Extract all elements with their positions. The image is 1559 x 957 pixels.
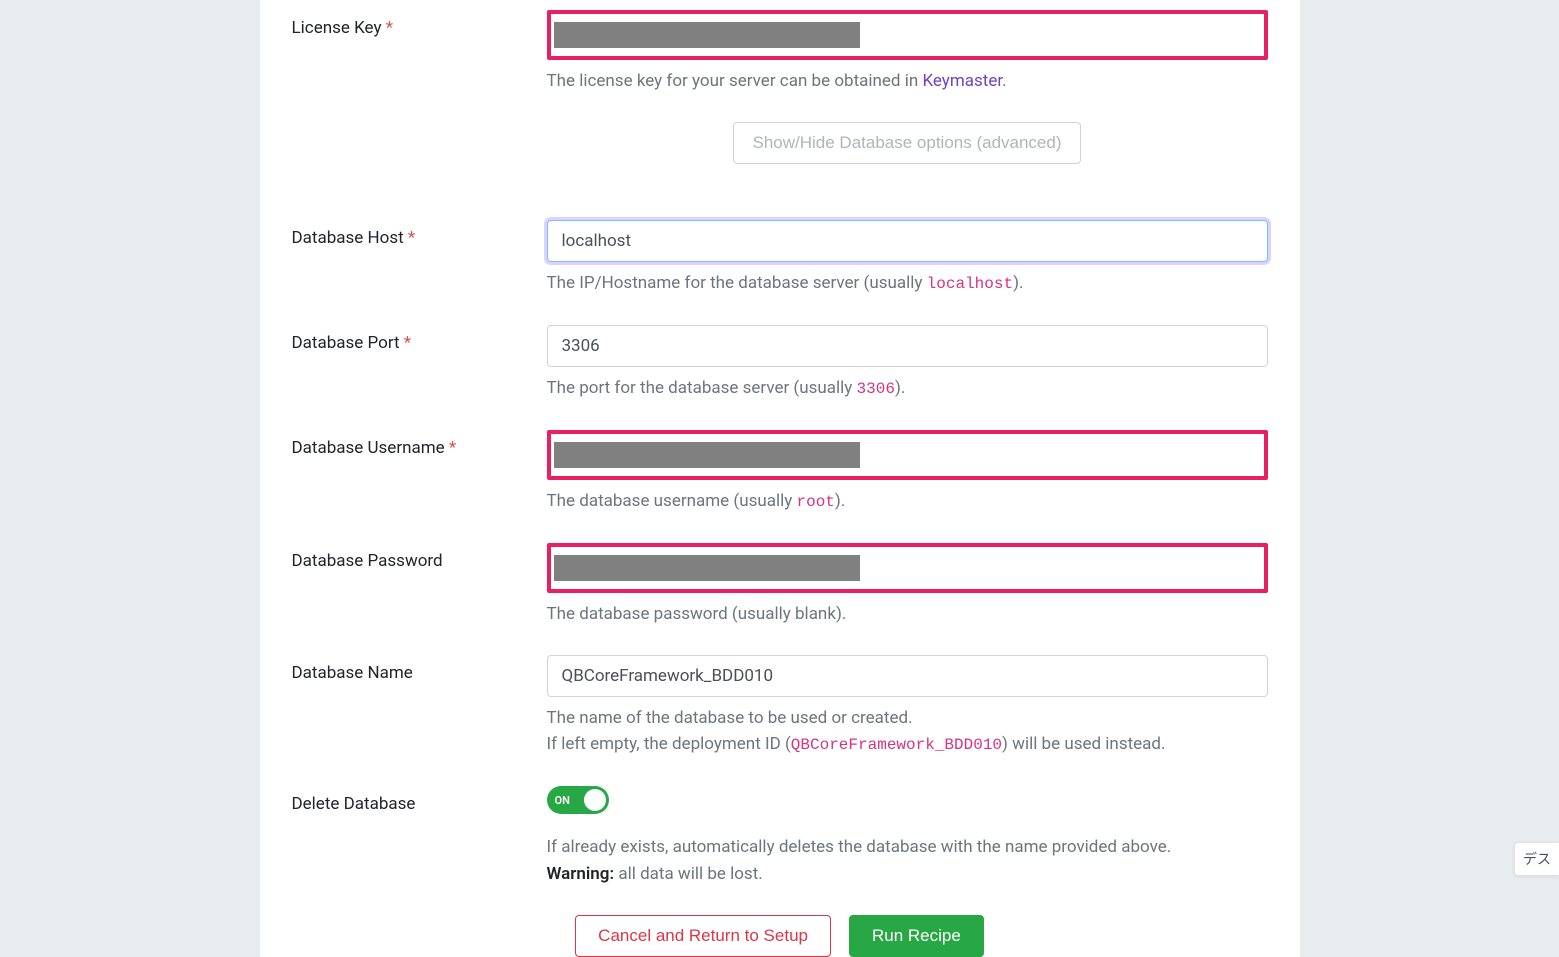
help-text: The IP/Hostname for the database server … (547, 273, 927, 293)
db-name-input[interactable]: QBCoreFramework_BDD010 (547, 655, 1268, 697)
db-port-input[interactable]: 3306 (547, 325, 1268, 367)
row-delete-db: Delete Database ON If already exists, au… (292, 786, 1268, 887)
help-db-name: The name of the database to be used or c… (547, 705, 1268, 758)
help-text: ). (1013, 273, 1023, 293)
cancel-button[interactable]: Cancel and Return to Setup (575, 915, 831, 957)
input-value: 3306 (562, 336, 600, 356)
required-indicator: * (386, 18, 393, 38)
help-text: The database password (usually blank). (547, 604, 847, 624)
label-db-host: Database Host * (292, 220, 547, 297)
row-db-host: Database Host * localhost The IP/Hostnam… (292, 220, 1268, 297)
help-db-port: The port for the database server (usuall… (547, 375, 1268, 402)
redacted-mask (554, 555, 860, 581)
row-db-password: Database Password The database password … (292, 543, 1268, 627)
label-db-username: Database Username * (292, 430, 547, 515)
required-indicator: * (404, 333, 411, 353)
label-db-password: Database Password (292, 543, 547, 627)
label-text: License Key (292, 18, 382, 38)
help-text: ). (835, 491, 845, 511)
help-db-host: The IP/Hostname for the database server … (547, 270, 1268, 297)
input-col-db-username: The database username (usually root). (547, 430, 1268, 515)
label-text: Database Password (292, 551, 443, 571)
help-license-key: The license key for your server can be o… (547, 68, 1268, 94)
help-text: The license key for your server can be o… (547, 71, 923, 91)
warning-label: Warning: (547, 864, 615, 884)
corner-tag[interactable]: デス (1514, 842, 1559, 876)
label-delete-db: Delete Database (292, 786, 547, 887)
warning-text: all data will be lost. (614, 864, 763, 884)
delete-db-toggle[interactable]: ON (547, 786, 609, 814)
help-text: The name of the database to be used or c… (547, 705, 1268, 731)
label-text: Database Name (292, 663, 413, 683)
label-db-name: Database Name (292, 655, 547, 758)
help-text: The database username (usually (547, 491, 797, 511)
toggle-state: ON (555, 794, 570, 807)
help-db-password: The database password (usually blank). (547, 601, 1268, 627)
row-license-key: License Key * The license key for your s… (292, 10, 1268, 192)
toggle-advanced-button[interactable]: Show/Hide Database options (advanced) (733, 122, 1080, 164)
input-col-db-port: 3306 The port for the database server (u… (547, 325, 1268, 402)
help-code: 3306 (857, 380, 895, 398)
input-col-delete-db: ON If already exists, automatically dele… (547, 786, 1268, 887)
redacted-mask (554, 22, 860, 48)
help-text-line2: If left empty, the deployment ID (QBCore… (547, 731, 1268, 758)
help-code: localhost (927, 275, 1013, 293)
help-delete-db: If already exists, automatically deletes… (547, 834, 1268, 887)
help-code: root (797, 493, 835, 511)
help-text: ). (895, 378, 905, 398)
help-text: . (1002, 71, 1006, 91)
input-col-db-host: localhost The IP/Hostname for the databa… (547, 220, 1268, 297)
input-col-db-name: QBCoreFramework_BDD010 The name of the d… (547, 655, 1268, 758)
required-indicator: * (408, 228, 415, 248)
help-warning: Warning: all data will be lost. (547, 861, 1268, 887)
required-indicator: * (449, 438, 456, 458)
toggle-knob (584, 789, 606, 811)
label-text: Database Username (292, 438, 445, 458)
action-buttons: Cancel and Return to Setup Run Recipe (292, 915, 1268, 957)
db-host-input[interactable]: localhost (547, 220, 1268, 262)
run-recipe-button[interactable]: Run Recipe (849, 915, 984, 957)
label-text: Database Port (292, 333, 400, 353)
input-col-db-password: The database password (usually blank). (547, 543, 1268, 627)
advanced-toggle-row: Show/Hide Database options (advanced) (547, 122, 1268, 164)
help-text: The port for the database server (usuall… (547, 378, 857, 398)
row-db-port: Database Port * 3306 The port for the da… (292, 325, 1268, 402)
label-text: Database Host (292, 228, 404, 248)
label-license-key: License Key * (292, 10, 547, 192)
db-password-input[interactable] (547, 543, 1268, 593)
license-key-input[interactable] (547, 10, 1268, 60)
row-db-username: Database Username * The database usernam… (292, 430, 1268, 515)
keymaster-link[interactable]: Keymaster (922, 71, 1002, 91)
help-text: If left empty, the deployment ID ( (547, 734, 791, 754)
help-code: QBCoreFramework_BDD010 (791, 736, 1002, 754)
db-username-input[interactable] (547, 430, 1268, 480)
help-text: ) will be used instead. (1002, 734, 1165, 754)
input-value: localhost (562, 231, 632, 251)
form-container: License Key * The license key for your s… (260, 0, 1300, 957)
row-db-name: Database Name QBCoreFramework_BDD010 The… (292, 655, 1268, 758)
help-text: If already exists, automatically deletes… (547, 834, 1268, 860)
label-text: Delete Database (292, 794, 416, 814)
help-db-username: The database username (usually root). (547, 488, 1268, 515)
redacted-mask (554, 442, 860, 468)
input-value: QBCoreFramework_BDD010 (562, 666, 774, 686)
label-db-port: Database Port * (292, 325, 547, 402)
input-col-license-key: The license key for your server can be o… (547, 10, 1268, 192)
